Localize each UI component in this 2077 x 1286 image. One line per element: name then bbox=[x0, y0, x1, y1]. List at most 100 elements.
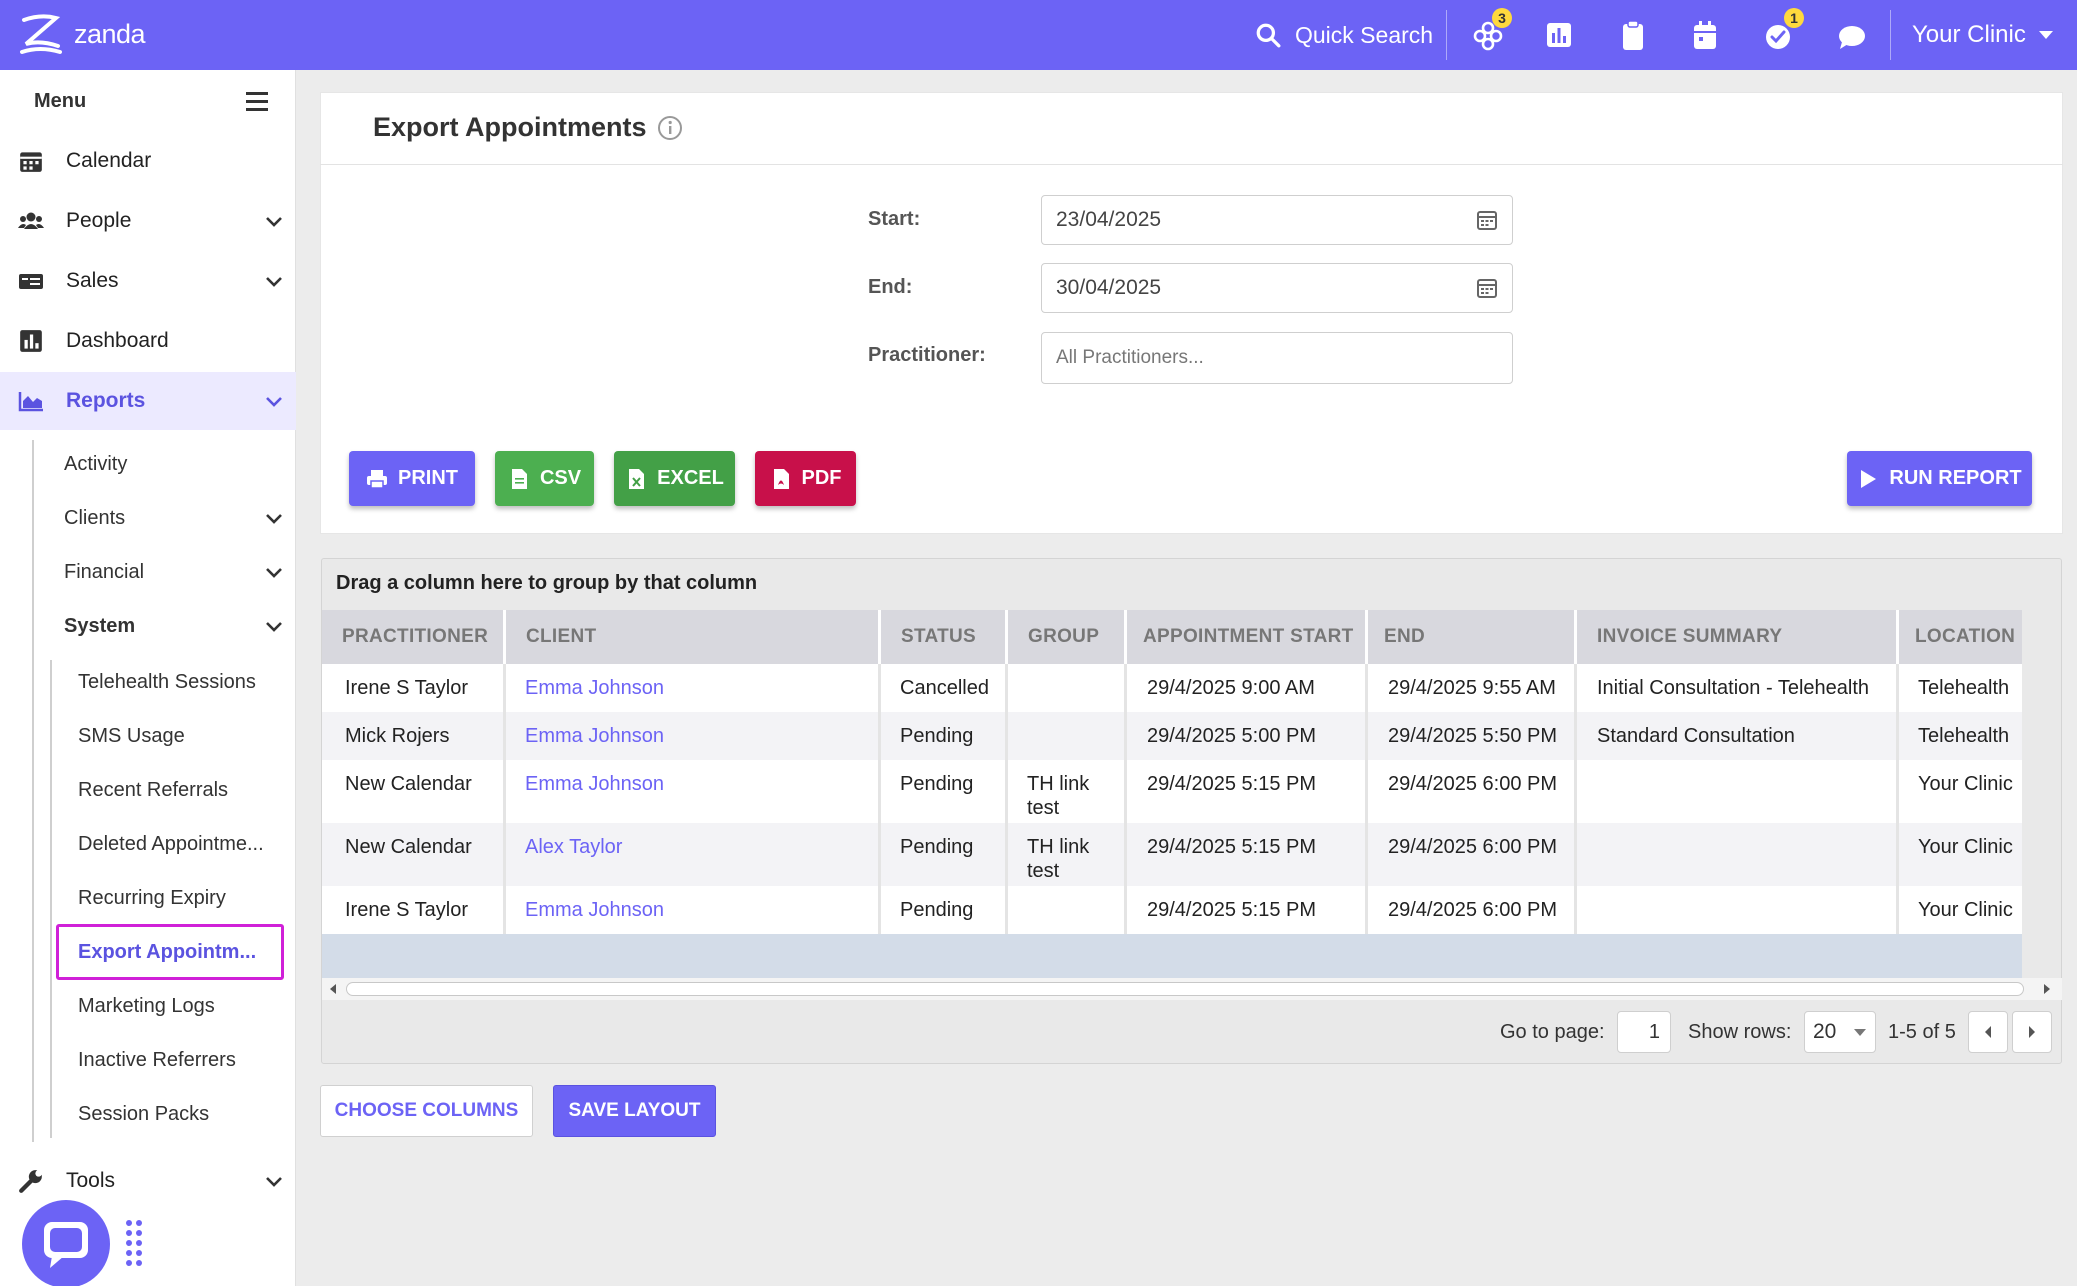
sidebar-item-reports[interactable]: Reports bbox=[0, 372, 296, 430]
calendar-button[interactable] bbox=[1690, 16, 1726, 54]
support-chat-button[interactable] bbox=[22, 1200, 110, 1286]
drag-handle-icon[interactable] bbox=[124, 1218, 144, 1268]
sidebar-label-inactive-referrers: Inactive Referrers bbox=[78, 1048, 236, 1071]
sidebar-item-activity[interactable]: Activity bbox=[64, 444, 284, 484]
sidebar-item-recurring-expiry[interactable]: Recurring Expiry bbox=[78, 878, 226, 918]
table-row[interactable]: Irene S Taylor Emma Johnson Cancelled 29… bbox=[322, 664, 2022, 712]
rows-per-page-select[interactable]: 20 bbox=[1804, 1011, 1876, 1053]
column-header-practitioner[interactable]: PRACTITIONER bbox=[322, 610, 506, 664]
sidebar-item-marketing-logs[interactable]: Marketing Logs bbox=[78, 986, 215, 1026]
csv-button[interactable]: CSV bbox=[495, 451, 594, 506]
show-rows-text: Show rows: bbox=[1688, 1020, 1792, 1043]
cell-status: Pending bbox=[900, 836, 974, 858]
cell-client-link[interactable]: Alex Taylor bbox=[525, 835, 622, 859]
column-header-location[interactable]: LOCATION bbox=[1899, 610, 2022, 664]
scroll-right-icon[interactable] bbox=[2042, 983, 2052, 995]
sidebar-item-session-packs[interactable]: Session Packs bbox=[78, 1094, 209, 1134]
cell-location: Telehealth bbox=[1918, 725, 2010, 747]
save-layout-button[interactable]: SAVE LAYOUT bbox=[553, 1085, 716, 1137]
practitioner-select[interactable]: All Practitioners... bbox=[1041, 332, 1513, 384]
table-row[interactable]: Mick Rojers Emma Johnson Pending 29/4/20… bbox=[322, 712, 2022, 760]
prev-page-button[interactable] bbox=[1968, 1011, 2008, 1053]
column-header-status[interactable]: STATUS bbox=[881, 610, 1008, 664]
chevron-right-icon bbox=[2029, 1026, 2035, 1038]
cell-practitioner: Irene S Taylor bbox=[345, 899, 469, 921]
sidebar-item-financial[interactable]: Financial bbox=[64, 552, 284, 592]
start-date-input[interactable]: 23/04/2025 bbox=[1041, 195, 1513, 245]
sidebar-label-telehealth-sessions: Telehealth Sessions bbox=[78, 670, 256, 693]
show-rows-label: Show rows: bbox=[1688, 1010, 1791, 1054]
calendar-icon bbox=[1694, 21, 1716, 49]
zanda-logo[interactable]: zanda bbox=[18, 10, 146, 58]
calendar-icon[interactable] bbox=[1476, 209, 1498, 231]
next-page-button[interactable] bbox=[2012, 1011, 2052, 1053]
sidebar-label-sms-usage: SMS Usage bbox=[78, 724, 185, 747]
sidebar-item-inactive-referrers[interactable]: Inactive Referrers bbox=[78, 1040, 236, 1080]
chevron-down-icon bbox=[266, 568, 282, 578]
sidebar-item-recent-referrals[interactable]: Recent Referrals bbox=[78, 770, 228, 810]
cell-client-link[interactable]: Emma Johnson bbox=[525, 724, 664, 748]
sidebar-item-export-appointments[interactable]: Export Appointm... bbox=[56, 924, 284, 980]
print-button[interactable]: PRINT bbox=[349, 451, 475, 506]
cell-client-link[interactable]: Emma Johnson bbox=[525, 676, 664, 700]
column-divider bbox=[1896, 664, 1899, 934]
clipboard-button[interactable] bbox=[1618, 16, 1654, 54]
sidebar-item-dashboard[interactable]: Dashboard bbox=[0, 312, 296, 370]
start-label: Start: bbox=[868, 208, 921, 230]
sidebar-label-recent-referrals: Recent Referrals bbox=[78, 778, 229, 801]
cell-status: Pending bbox=[900, 899, 974, 921]
horizontal-scrollbar[interactable] bbox=[322, 978, 2062, 1000]
page-range: 1-5 of 5 bbox=[1888, 1010, 1956, 1054]
group-by-drop-zone[interactable]: Drag a column here to group by that colu… bbox=[336, 572, 757, 595]
tasks-button[interactable]: 1 bbox=[1762, 8, 1804, 54]
column-header-group[interactable]: GROUP bbox=[1008, 610, 1127, 664]
sidebar-label-session-packs: Session Packs bbox=[78, 1102, 210, 1125]
column-header-appointment-start[interactable]: APPOINTMENT START bbox=[1127, 610, 1368, 664]
chat-button[interactable] bbox=[1836, 16, 1872, 54]
cell-appointment-start: 29/4/2025 5:00 PM bbox=[1147, 725, 1317, 747]
calendar-icon[interactable] bbox=[1476, 277, 1498, 299]
page-number-input[interactable]: 1 bbox=[1617, 1011, 1671, 1053]
system-tree-line bbox=[50, 660, 52, 1138]
sidebar-item-deleted-appointments[interactable]: Deleted Appointme... bbox=[78, 824, 264, 864]
quick-search[interactable]: Quick Search bbox=[1255, 0, 1433, 70]
column-header-invoice-summary[interactable]: INVOICE SUMMARY bbox=[1577, 610, 1899, 664]
chat-bubble-icon bbox=[1839, 26, 1865, 49]
start-date-value: 23/04/2025 bbox=[1056, 208, 1162, 231]
sidebar-item-calendar[interactable]: Calendar bbox=[0, 132, 296, 190]
cell-client-link[interactable]: Emma Johnson bbox=[525, 898, 664, 922]
table-row[interactable]: Irene S Taylor Emma Johnson Pending 29/4… bbox=[322, 886, 2022, 934]
clinic-selector[interactable]: Your Clinic bbox=[1912, 0, 2054, 70]
column-header-end[interactable]: END bbox=[1368, 610, 1577, 664]
column-header-client[interactable]: CLIENT bbox=[506, 610, 881, 664]
excel-button[interactable]: EXCEL bbox=[614, 451, 735, 506]
table-row[interactable]: New Calendar Alex Taylor Pending TH link… bbox=[322, 823, 2022, 886]
scroll-left-icon[interactable] bbox=[328, 983, 338, 995]
cell-end: 29/4/2025 6:00 PM bbox=[1388, 773, 1558, 795]
column-label: END bbox=[1384, 626, 1426, 647]
scrollbar-thumb[interactable] bbox=[346, 982, 2024, 996]
sidebar-item-people[interactable]: People bbox=[0, 192, 296, 250]
chevron-down-icon bbox=[266, 514, 282, 524]
cell-client-link[interactable]: Emma Johnson bbox=[525, 772, 664, 796]
table-row[interactable]: New Calendar Emma Johnson Pending TH lin… bbox=[322, 760, 2022, 823]
page-title-text: Export Appointments bbox=[373, 112, 647, 142]
sidebar-item-sales[interactable]: Sales bbox=[0, 252, 296, 310]
pdf-button[interactable]: PDF bbox=[755, 451, 856, 506]
end-date-input[interactable]: 30/04/2025 bbox=[1041, 263, 1513, 313]
column-divider bbox=[1574, 664, 1577, 934]
chevron-down-icon bbox=[266, 277, 282, 287]
info-icon[interactable] bbox=[657, 115, 683, 141]
sidebar-item-sms-usage[interactable]: SMS Usage bbox=[78, 716, 185, 756]
apps-button[interactable]: 3 bbox=[1470, 8, 1512, 54]
analytics-button[interactable] bbox=[1544, 16, 1580, 54]
hamburger-icon[interactable] bbox=[246, 90, 272, 112]
column-divider bbox=[1365, 664, 1368, 934]
sidebar-item-telehealth-sessions[interactable]: Telehealth Sessions bbox=[78, 662, 256, 702]
cell-status: Cancelled bbox=[900, 677, 989, 699]
sidebar-item-system[interactable]: System bbox=[64, 606, 284, 646]
choose-columns-button[interactable]: CHOOSE COLUMNS bbox=[320, 1085, 533, 1137]
sidebar-item-clients[interactable]: Clients bbox=[64, 498, 284, 538]
chat-icon bbox=[44, 1222, 88, 1268]
run-report-button[interactable]: RUN REPORT bbox=[1847, 451, 2032, 506]
